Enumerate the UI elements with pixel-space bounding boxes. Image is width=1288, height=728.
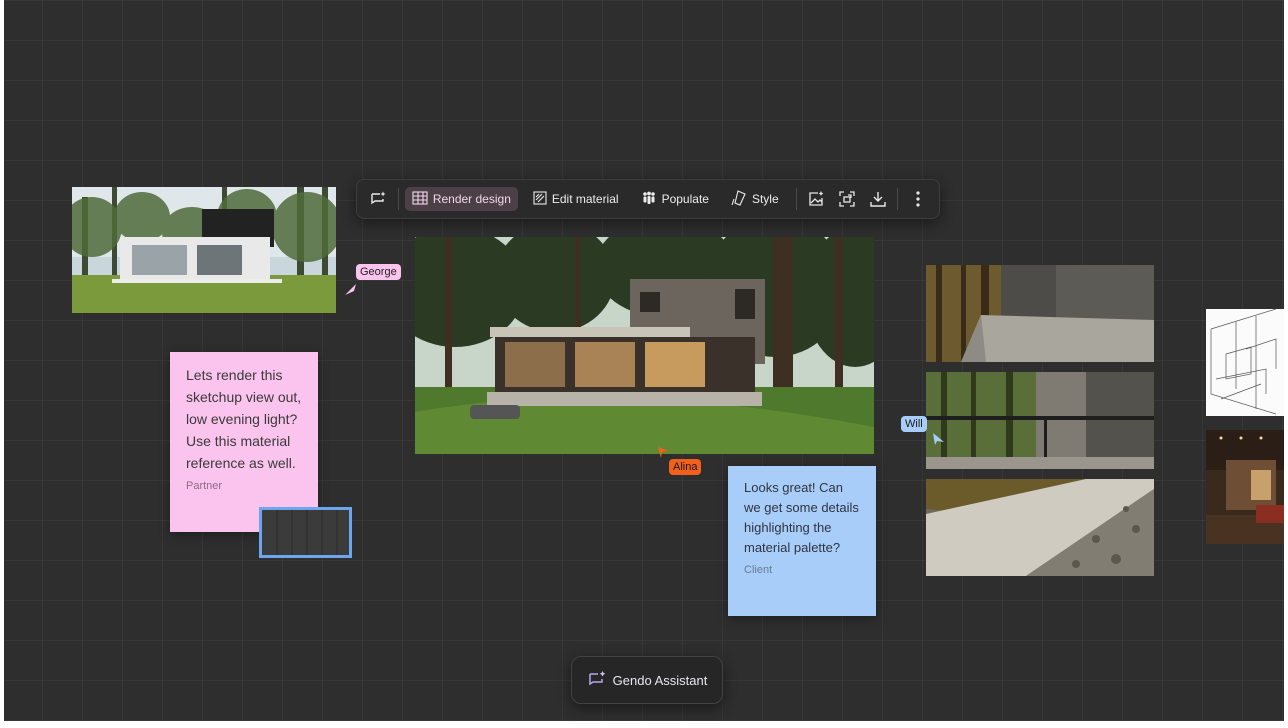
sketchup-view-image[interactable] [72, 187, 336, 313]
sticky-note-author: Partner [186, 480, 223, 492]
style-brush-icon [731, 189, 747, 209]
sticky-note-text: Lets render this sketchup view out, low … [186, 367, 302, 471]
toolbar-divider [897, 188, 899, 210]
chat-sparkle-icon[interactable] [365, 185, 392, 213]
will-cursor-label: Will [901, 416, 927, 432]
render-design-button[interactable]: Render design [404, 187, 518, 211]
will-cursor-arrow-icon [932, 432, 946, 451]
detail-image-corner[interactable] [926, 265, 1154, 362]
render-design-label: Render design [432, 192, 511, 206]
more-vertical-icon[interactable] [904, 185, 931, 213]
interior-render-image[interactable] [1206, 430, 1284, 544]
material-reference-image[interactable] [259, 507, 352, 558]
assistant-label: Gendo Assistant [612, 672, 708, 688]
gendo-assistant-button[interactable]: Gendo Assistant [571, 656, 723, 704]
alina-cursor-label: Alina [669, 459, 702, 475]
detail-image-railing[interactable] [926, 372, 1154, 469]
toolbar-divider [795, 188, 797, 210]
style-button[interactable]: Style [724, 187, 786, 211]
material-icon [533, 190, 547, 208]
george-cursor-label: George [356, 264, 401, 280]
sketch-drawing-image[interactable] [1206, 309, 1284, 416]
image-sparkle-icon[interactable] [803, 185, 830, 213]
style-label: Style [751, 192, 779, 206]
canvas[interactable]: Render design Edit material Populate Sty… [4, 0, 1284, 721]
george-cursor-arrow-icon [344, 282, 358, 301]
populate-button[interactable]: Populate [634, 187, 716, 211]
download-icon[interactable] [864, 185, 891, 213]
edit-material-label: Edit material [551, 192, 619, 206]
people-icon [641, 191, 657, 208]
upscale-icon[interactable] [833, 185, 860, 213]
sticky-note-author: Client [744, 564, 773, 576]
populate-label: Populate [661, 192, 709, 206]
partner-sticky-note[interactable]: Lets render this sketchup view out, low … [170, 352, 318, 532]
sticky-note-text: Looks great! Can we get some details hig… [744, 480, 859, 555]
toolbar-divider [397, 188, 399, 210]
edit-material-button[interactable]: Edit material [526, 187, 626, 211]
client-sticky-note[interactable]: Looks great! Can we get some details hig… [728, 466, 876, 616]
image-toolbar: Render design Edit material Populate Sty… [356, 179, 940, 219]
render-grid-icon [412, 190, 428, 208]
rendered-house-image[interactable] [415, 237, 874, 454]
detail-image-gravel[interactable] [926, 479, 1154, 576]
chat-sparkle-icon [587, 670, 607, 691]
